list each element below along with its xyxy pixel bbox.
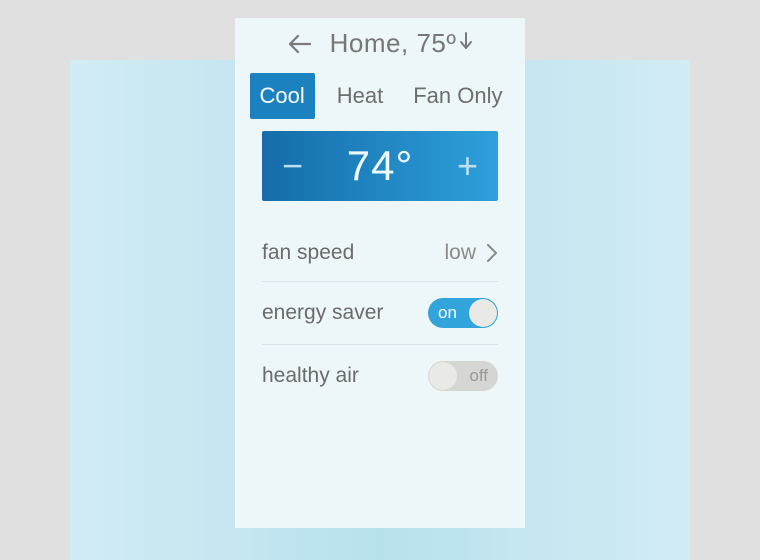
healthy-air-toggle-label: off: [459, 366, 498, 386]
header: Home, 75º: [286, 18, 475, 73]
energy-saver-toggle-label: on: [428, 303, 467, 323]
fan-speed-row[interactable]: fan speed low: [262, 225, 498, 282]
page-title[interactable]: Home, 75º: [330, 28, 475, 59]
tab-fan-only[interactable]: Fan Only: [405, 73, 510, 119]
fan-speed-value-group: low: [444, 241, 498, 265]
healthy-air-label: healthy air: [262, 364, 359, 388]
title-text: Home, 75º: [330, 28, 457, 59]
toggle-knob: [429, 362, 457, 390]
temperature-control: − 74° +: [262, 131, 498, 201]
thermostat-panel: Home, 75º Cool Heat Fan Only − 74° + fan…: [235, 18, 525, 528]
temp-plus-button[interactable]: +: [457, 145, 478, 187]
fan-speed-value: low: [444, 241, 476, 265]
energy-saver-label: energy saver: [262, 301, 383, 325]
energy-saver-toggle[interactable]: on: [428, 298, 498, 328]
back-arrow-icon[interactable]: [286, 33, 312, 55]
tab-cool[interactable]: Cool: [250, 73, 315, 119]
chevron-right-icon: [486, 243, 498, 263]
toggle-knob: [469, 299, 497, 327]
down-arrow-icon: [458, 31, 474, 57]
healthy-air-toggle[interactable]: off: [428, 361, 498, 391]
temp-minus-button[interactable]: −: [282, 145, 303, 187]
energy-saver-row: energy saver on: [262, 282, 498, 345]
fan-speed-label: fan speed: [262, 241, 354, 265]
tab-heat[interactable]: Heat: [329, 73, 391, 119]
temperature-value: 74°: [347, 142, 414, 190]
settings-list: fan speed low energy saver on healthy ai…: [262, 225, 498, 407]
healthy-air-row: healthy air off: [262, 345, 498, 407]
mode-tabs: Cool Heat Fan Only: [250, 73, 511, 119]
